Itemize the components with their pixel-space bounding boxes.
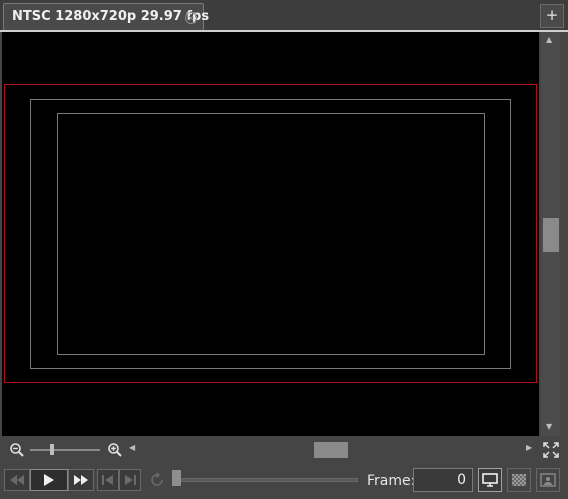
tab-ntsc[interactable]: NTSC 1280x720p 29.97 fps: [3, 3, 209, 30]
add-tab-button[interactable]: +: [540, 4, 564, 28]
tab-bar: NTSC 1280x720p 29.97 fps +: [0, 0, 568, 32]
checkerboard-icon: [512, 474, 526, 486]
close-circle-icon[interactable]: [184, 10, 198, 24]
fast-forward-button[interactable]: [68, 469, 94, 491]
preview-window-button[interactable]: [536, 468, 560, 492]
play-button[interactable]: [30, 469, 68, 491]
frame-input[interactable]: 0: [413, 468, 473, 492]
go-to-start-button[interactable]: [97, 469, 119, 491]
scroll-right-icon[interactable]: ▶: [526, 443, 532, 452]
skip-to-end-icon: [125, 475, 136, 485]
scroll-down-icon[interactable]: ▼: [546, 422, 552, 431]
vertical-scrollbar[interactable]: ▲ ▼: [541, 32, 560, 436]
fullscreen-icon[interactable]: [543, 442, 559, 458]
skip-to-start-icon: [102, 475, 113, 485]
monitor-output-button[interactable]: [478, 468, 502, 492]
video-viewport[interactable]: [2, 32, 539, 436]
frame-label: Frame:: [367, 473, 416, 489]
preview-icon: [540, 473, 556, 487]
title-safe-guide: [57, 113, 485, 355]
timeline-playhead[interactable]: [172, 470, 181, 486]
rewind-button[interactable]: [4, 469, 30, 491]
play-icon: [44, 474, 54, 486]
loop-icon[interactable]: [149, 472, 165, 488]
zoom-out-icon[interactable]: [9, 442, 25, 458]
zoom-slider-track[interactable]: [30, 449, 100, 451]
timeline-track[interactable]: [172, 478, 358, 482]
scroll-up-icon[interactable]: ▲: [546, 35, 552, 44]
zoom-toolbar: ◀ ▶: [0, 438, 568, 462]
fast-forward-icon: [74, 475, 88, 485]
monitor-icon: [482, 473, 498, 487]
zoom-slider-handle[interactable]: [50, 444, 54, 455]
scroll-left-icon[interactable]: ◀: [129, 443, 135, 452]
go-to-end-button[interactable]: [119, 469, 141, 491]
transparency-grid-button[interactable]: [507, 468, 531, 492]
vertical-scroll-thumb[interactable]: [543, 218, 559, 252]
rewind-icon: [10, 475, 24, 485]
tab-title: NTSC 1280x720p 29.97 fps: [12, 9, 210, 24]
zoom-in-icon[interactable]: [107, 442, 123, 458]
transport-toolbar: Frame: 0: [0, 464, 568, 499]
horizontal-scroll-thumb[interactable]: [314, 442, 348, 458]
